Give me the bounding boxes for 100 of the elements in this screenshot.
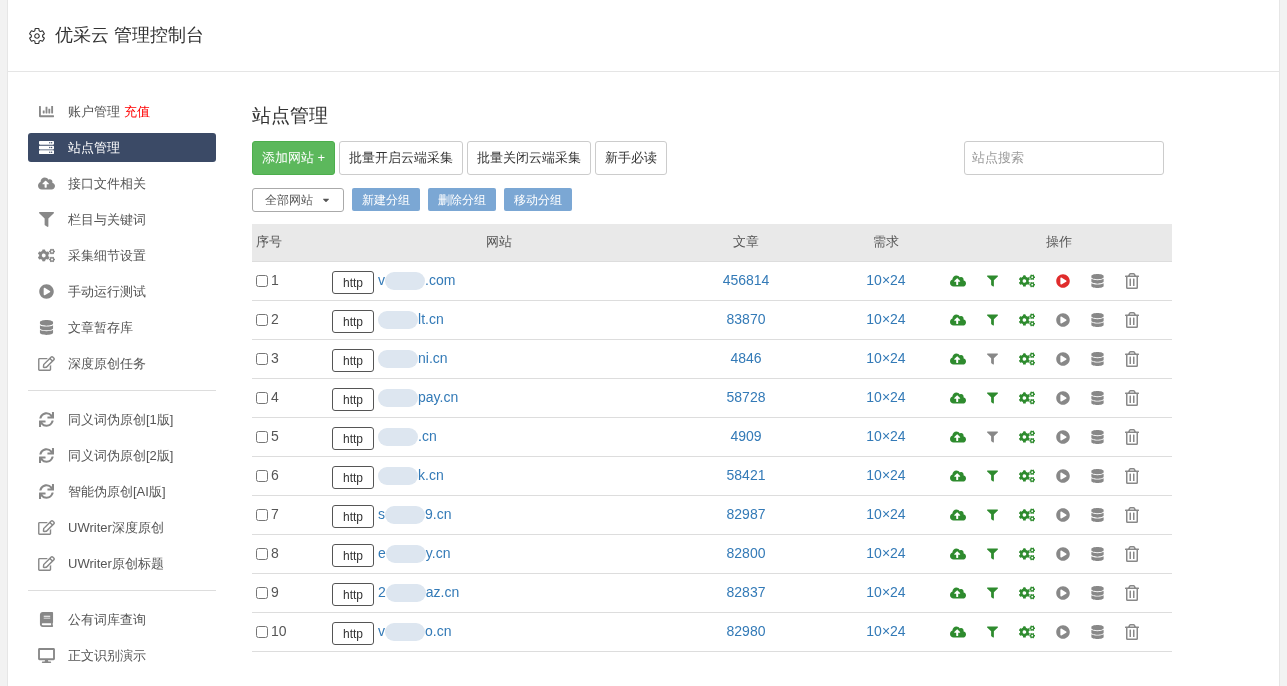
cloud-upload-icon[interactable] bbox=[950, 507, 966, 522]
database-icon[interactable] bbox=[1091, 507, 1104, 522]
sidebar-item[interactable]: 账户管理 充值 bbox=[28, 97, 216, 126]
play-icon[interactable] bbox=[1056, 429, 1070, 444]
edit-icon bbox=[38, 520, 55, 535]
trash-icon[interactable] bbox=[1125, 428, 1139, 445]
sidebar-item[interactable]: 同义词伪原创[2版] bbox=[28, 441, 216, 470]
sidebar-item[interactable]: 接口文件相关 bbox=[28, 169, 216, 198]
sidebar-item[interactable]: UWriter原创标题 bbox=[28, 549, 216, 578]
database-icon[interactable] bbox=[1091, 351, 1104, 366]
cloud-upload-icon[interactable] bbox=[950, 546, 966, 561]
gears-icon[interactable] bbox=[1019, 429, 1035, 444]
filter-icon[interactable] bbox=[987, 430, 998, 443]
row-checkbox[interactable] bbox=[256, 430, 268, 443]
filter-icon[interactable] bbox=[987, 547, 998, 560]
filter-icon[interactable] bbox=[987, 625, 998, 638]
database-icon[interactable] bbox=[1091, 312, 1104, 327]
trash-icon[interactable] bbox=[1125, 311, 1139, 328]
demand-value: 10×24 bbox=[866, 544, 906, 563]
sidebar-item[interactable]: 栏目与关键词 bbox=[28, 205, 216, 234]
gears-icon[interactable] bbox=[1019, 312, 1035, 327]
gears-icon[interactable] bbox=[1019, 546, 1035, 561]
sidebar-item[interactable]: 站点管理 bbox=[28, 133, 216, 162]
play-icon[interactable] bbox=[1056, 624, 1070, 639]
trash-icon[interactable] bbox=[1125, 350, 1139, 367]
filter-icon[interactable] bbox=[987, 508, 998, 521]
cloud-upload-icon[interactable] bbox=[950, 273, 966, 288]
gears-icon[interactable] bbox=[1019, 273, 1035, 288]
group-select[interactable]: 全部网站 bbox=[252, 187, 344, 212]
row-checkbox[interactable] bbox=[256, 586, 268, 599]
row-checkbox[interactable] bbox=[256, 625, 268, 638]
toolbar-button[interactable]: 新手必读 bbox=[595, 140, 668, 175]
trash-icon[interactable] bbox=[1125, 272, 1139, 289]
filter-icon[interactable] bbox=[987, 586, 998, 599]
cloud-upload-icon[interactable] bbox=[950, 624, 966, 639]
gears-icon[interactable] bbox=[1019, 507, 1035, 522]
play-icon[interactable] bbox=[1056, 585, 1070, 600]
sidebar-item[interactable]: 深度原创任务 bbox=[28, 349, 216, 378]
play-icon[interactable] bbox=[1056, 468, 1070, 483]
play-icon[interactable] bbox=[1056, 507, 1070, 522]
row-number: 3 bbox=[271, 349, 279, 368]
cloud-upload-icon[interactable] bbox=[950, 585, 966, 600]
gears-icon[interactable] bbox=[1019, 351, 1035, 366]
site-url[interactable]: v .com bbox=[378, 270, 456, 291]
sidebar-item[interactable]: 智能伪原创[AI版] bbox=[28, 477, 216, 506]
play-icon[interactable] bbox=[1056, 546, 1070, 561]
gears-icon[interactable] bbox=[1019, 585, 1035, 600]
row-checkbox[interactable] bbox=[256, 547, 268, 560]
play-icon[interactable] bbox=[1056, 351, 1070, 366]
play-icon[interactable] bbox=[1056, 312, 1070, 327]
recharge-link[interactable]: 充值 bbox=[124, 101, 150, 122]
cloud-upload-icon[interactable] bbox=[950, 429, 966, 444]
trash-icon[interactable] bbox=[1125, 389, 1139, 406]
site-url[interactable]: pay.cn bbox=[378, 387, 459, 408]
row-checkbox[interactable] bbox=[256, 508, 268, 521]
row-number: 6 bbox=[271, 466, 279, 485]
trash-icon[interactable] bbox=[1125, 623, 1139, 640]
site-search-field[interactable]: 站点搜索 bbox=[964, 140, 1164, 175]
filter-icon[interactable] bbox=[987, 313, 998, 326]
trash-icon[interactable] bbox=[1125, 506, 1139, 523]
database-icon[interactable] bbox=[1091, 468, 1104, 483]
database-icon[interactable] bbox=[1091, 273, 1104, 288]
database-icon[interactable] bbox=[1091, 390, 1104, 405]
site-url[interactable]: v o.cn bbox=[378, 621, 452, 642]
site-url[interactable]: s 9.cn bbox=[378, 504, 452, 525]
cloud-upload-icon[interactable] bbox=[950, 312, 966, 327]
filter-icon[interactable] bbox=[987, 469, 998, 482]
play-icon[interactable] bbox=[1056, 273, 1070, 288]
trash-icon[interactable] bbox=[1125, 467, 1139, 484]
sidebar-item[interactable]: 文章暂存库 bbox=[28, 313, 216, 342]
sidebar-item[interactable]: UWriter深度原创 bbox=[28, 513, 216, 542]
row-checkbox[interactable] bbox=[256, 391, 268, 404]
filter-icon[interactable] bbox=[987, 391, 998, 404]
cloud-upload-icon[interactable] bbox=[950, 468, 966, 483]
sidebar-item[interactable]: 采集细节设置 bbox=[28, 241, 216, 270]
gears-icon[interactable] bbox=[1019, 390, 1035, 405]
row-checkbox[interactable] bbox=[256, 313, 268, 326]
database-icon[interactable] bbox=[1091, 429, 1104, 444]
gears-icon[interactable] bbox=[1019, 468, 1035, 483]
cloud-upload-icon[interactable] bbox=[950, 390, 966, 405]
row-checkbox[interactable] bbox=[256, 274, 268, 287]
play-icon[interactable] bbox=[1056, 390, 1070, 405]
trash-icon[interactable] bbox=[1125, 545, 1139, 562]
gears-icon[interactable] bbox=[1019, 624, 1035, 639]
database-icon[interactable] bbox=[1091, 585, 1104, 600]
sidebar-item[interactable]: 同义词伪原创[1版] bbox=[28, 405, 216, 434]
sidebar-item[interactable]: 正文识别演示 bbox=[28, 641, 216, 670]
toolbar-button[interactable]: 批量关闭云端采集 bbox=[467, 140, 592, 175]
filter-icon[interactable] bbox=[987, 352, 998, 365]
row-checkbox[interactable] bbox=[256, 352, 268, 365]
sidebar-item[interactable]: 手动运行测试 bbox=[28, 277, 216, 306]
database-icon[interactable] bbox=[1091, 624, 1104, 639]
database-icon[interactable] bbox=[1091, 546, 1104, 561]
row-checkbox[interactable] bbox=[256, 469, 268, 482]
cloud-upload-icon[interactable] bbox=[950, 351, 966, 366]
sidebar-item[interactable]: 公有词库查询 bbox=[28, 605, 216, 634]
toolbar-button[interactable]: 批量开启云端采集 bbox=[339, 140, 464, 175]
trash-icon[interactable] bbox=[1125, 584, 1139, 601]
site-url[interactable]: 2 az.cn bbox=[378, 582, 460, 603]
filter-icon[interactable] bbox=[987, 274, 998, 287]
